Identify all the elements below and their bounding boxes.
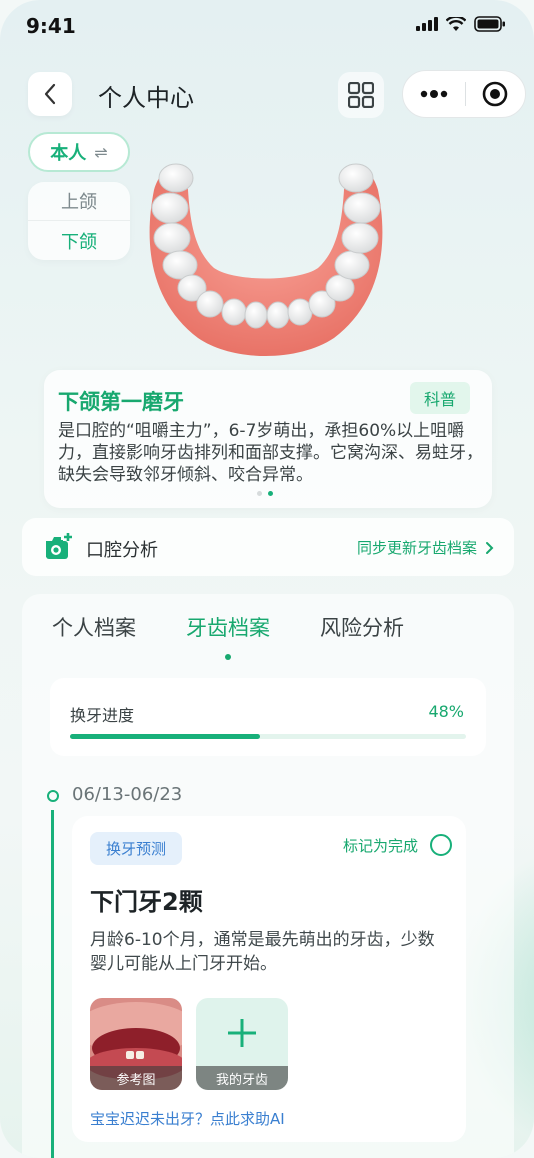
mark-complete-button[interactable]: 标记为完成 [343, 834, 452, 856]
switch-icon: ⇌ [94, 142, 108, 162]
active-tab-indicator [225, 654, 231, 660]
wifi-icon [446, 16, 466, 31]
person-label: 本人 [50, 143, 87, 164]
complete-checkbox[interactable] [430, 834, 452, 856]
tooth-name: 下颌第一磨牙 [58, 390, 184, 414]
target-icon [482, 81, 508, 107]
camera-add-icon [46, 533, 72, 559]
my-teeth-caption: 我的牙齿 [196, 1066, 288, 1090]
tab-personal-profile[interactable]: 个人档案 [52, 612, 136, 642]
status-bar: 9:41 [0, 0, 534, 52]
upload-my-teeth-button[interactable]: 我的牙齿 [196, 998, 288, 1090]
battery-icon [474, 16, 505, 32]
prediction-tag: 换牙预测 [90, 832, 183, 865]
more-dots-icon [420, 90, 447, 98]
lower-jaw-illustration[interactable] [138, 150, 394, 365]
tab-dental-profile[interactable]: 牙齿档案 [186, 612, 270, 660]
oral-analysis-row[interactable]: 口腔分析 同步更新牙齿档案 [22, 518, 514, 576]
mini-program-capsule [402, 70, 526, 118]
timeline-node [47, 790, 59, 802]
carousel-dots [257, 491, 273, 496]
jaw-lower-option[interactable]: 下颌 [28, 221, 130, 260]
tooth-description: 是口腔的“咀嚼主力”，6-7岁萌出，承担60%以上咀嚼力，直接影响牙齿排列和面部… [58, 421, 483, 485]
oral-analysis-label: 口腔分析 [86, 540, 158, 561]
carousel-dot [257, 491, 262, 496]
jaw-upper-option[interactable]: 上颌 [28, 182, 130, 221]
phone-screen: 9:41 个人中心 本人 ⇌ 上颌 下颌 下颌第一磨牙 科普 是口腔的“咀嚼主力… [0, 0, 534, 1158]
progress-label: 换牙进度 [70, 706, 135, 725]
more-button[interactable] [403, 90, 465, 98]
grid-menu-button[interactable] [338, 72, 384, 118]
progress-track [70, 734, 466, 739]
progress-value: 48% [428, 702, 464, 721]
teething-task-card: 换牙预测 标记为完成 下门牙2颗 月龄6-10个月，通常是最先萌出的牙齿，少数婴… [72, 816, 466, 1142]
sync-profile-text: 同步更新牙齿档案 [356, 539, 477, 557]
task-description: 月龄6-10个月，通常是最先萌出的牙齿，少数婴儿可能从上门牙开始。 [90, 930, 435, 974]
profile-tabs: 个人档案 牙齿档案 风险分析 [52, 612, 404, 660]
carousel-dot-active [268, 491, 273, 496]
tooth-info-card[interactable]: 下颌第一磨牙 科普 是口腔的“咀嚼主力”，6-7岁萌出，承担60%以上咀嚼力，直… [44, 370, 492, 508]
chevron-right-icon [486, 541, 494, 554]
grid-icon [348, 82, 374, 108]
reference-caption: 参考图 [90, 1066, 182, 1090]
sync-profile-link[interactable]: 同步更新牙齿档案 [357, 537, 494, 558]
mark-complete-label: 标记为完成 [342, 836, 418, 855]
back-button[interactable] [28, 72, 72, 116]
profile-panel: 个人档案 牙齿档案 风险分析 换牙进度 48% 06/13-06/23 换牙预测… [22, 594, 514, 1158]
status-time: 9:41 [26, 14, 76, 38]
status-icons [416, 16, 506, 32]
plus-icon [228, 1019, 256, 1047]
reference-image[interactable]: 参考图 [90, 998, 182, 1090]
tab-risk-analysis[interactable]: 风险分析 [320, 612, 404, 642]
jaw-switch: 上颌 下颌 [28, 182, 130, 260]
task-title: 下门牙2颗 [90, 888, 203, 916]
chevron-left-icon [44, 83, 56, 105]
tab-dental-profile-label: 牙齿档案 [186, 616, 270, 640]
close-target-button[interactable] [465, 81, 525, 107]
progress-fill [70, 734, 261, 739]
timeline-date: 06/13-06/23 [72, 784, 183, 805]
person-switch-chip[interactable]: 本人 ⇌ [28, 132, 130, 172]
ai-help-link[interactable]: 宝宝迟迟未出牙？点此求助AI [90, 1108, 285, 1129]
science-badge: 科普 [409, 382, 470, 414]
signal-icon [416, 17, 438, 31]
page-title: 个人中心 [98, 84, 194, 112]
teething-progress-card: 换牙进度 48% [50, 678, 486, 756]
timeline-line [51, 810, 54, 1158]
